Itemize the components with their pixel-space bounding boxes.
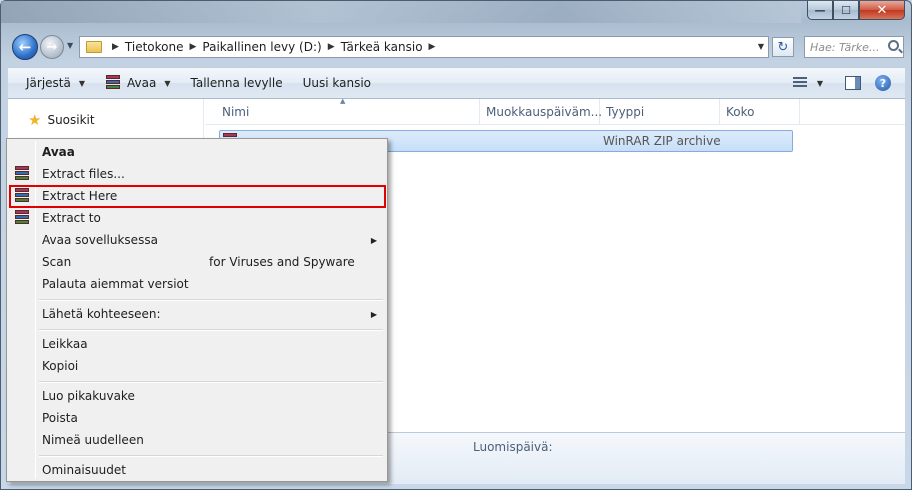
context-menu: Avaa Extract files... Extract Here Extra… [6, 138, 388, 482]
organize-label: Järjestä [26, 76, 71, 90]
menu-item-delete[interactable]: Poista [9, 407, 385, 429]
menu-item-cut[interactable]: Leikkaa [9, 333, 385, 355]
menu-label: Poista [42, 411, 78, 425]
menu-label: Avaa [42, 145, 75, 159]
chevron-down-icon: ▼ [164, 78, 171, 88]
nav-item-favorites[interactable]: ★ Suosikit [28, 111, 95, 129]
breadcrumb-label: Paikallinen levy (D:) [202, 40, 322, 54]
menu-item-restore-versions[interactable]: Palauta aiemmat versiot [9, 273, 385, 295]
menu-label: Ominaisuudet [42, 463, 126, 477]
arrow-right-icon: → [46, 39, 58, 55]
star-icon: ★ [28, 111, 42, 129]
organize-button[interactable]: Järjestä ▼ [8, 68, 95, 98]
menu-item-extract-to[interactable]: Extract to [9, 207, 385, 229]
menu-separator [39, 455, 383, 457]
caption-buttons: — ☐ ✕ [807, 1, 905, 21]
menu-item-scan[interactable]: Scan for Viruses and Spyware [9, 251, 385, 273]
winrar-icon [14, 166, 30, 182]
folder-icon [86, 41, 102, 53]
menu-item-rename[interactable]: Nimeä uudelleen [9, 429, 385, 451]
back-button[interactable]: ← [12, 34, 38, 60]
menu-item-open[interactable]: Avaa [9, 141, 385, 163]
winrar-icon [105, 75, 121, 91]
toolbar-right: ▼ ? [792, 68, 905, 98]
breadcrumb-local-disk[interactable]: Paikallinen levy (D:) [202, 40, 321, 54]
menu-label: Palauta aiemmat versiot [42, 277, 189, 291]
menu-label: Leikkaa [42, 337, 88, 351]
winrar-icon [14, 210, 30, 226]
menu-separator [39, 381, 383, 383]
search-placeholder: Hae: Tärke... [810, 40, 880, 54]
column-label: Koko [726, 104, 755, 119]
sort-caret-icon: ▲ [340, 97, 346, 105]
new-folder-button[interactable]: Uusi kansio [293, 68, 381, 98]
column-header-type[interactable]: Tyyppi [600, 99, 720, 124]
menu-label: Scan [42, 255, 72, 269]
breadcrumb-computer[interactable]: Tietokone [125, 40, 184, 54]
maximize-button[interactable]: ☐ [833, 1, 859, 20]
column-label: Tyyppi [606, 104, 645, 119]
breadcrumb-label: Tietokone [124, 40, 184, 54]
refresh-icon: ↻ [777, 39, 789, 55]
menu-item-extract-files[interactable]: Extract files... [9, 163, 385, 185]
submenu-arrow-icon: ▶ [370, 235, 377, 245]
forward-button[interactable]: → [40, 35, 64, 59]
view-options-icon[interactable] [792, 77, 807, 89]
menu-item-copy[interactable]: Kopioi [9, 355, 385, 377]
chevron-down-icon[interactable]: ▼ [817, 79, 823, 88]
menu-item-properties[interactable]: Ominaisuudet [9, 459, 385, 481]
column-header-name[interactable]: ▲ Nimi [205, 97, 480, 124]
search-icon [888, 40, 899, 51]
help-icon[interactable]: ? [875, 75, 891, 91]
chevron-right-icon[interactable]: ▶ [190, 42, 197, 52]
chevron-right-icon[interactable]: ▶ [429, 42, 436, 52]
column-header-modified[interactable]: Muokkauspäiväm... [480, 99, 603, 124]
menu-separator [39, 299, 383, 301]
menu-label: Nimeä uudelleen [42, 433, 144, 447]
menu-label: Extract to [42, 211, 101, 225]
burn-label: Tallenna levylle [190, 76, 283, 90]
command-bar: Järjestä ▼ Avaa ▼ Tallenna levylle Uusi … [8, 67, 905, 99]
address-bar[interactable]: ▶ Tietokone ▶ Paikallinen levy (D:) ▶ Tä… [79, 36, 769, 58]
close-button[interactable]: ✕ [859, 1, 905, 20]
menu-label: Extract files... [42, 167, 125, 181]
burn-button[interactable]: Tallenna levylle [181, 68, 293, 98]
chevron-right-icon[interactable]: ▶ [112, 42, 119, 52]
menu-label: Lähetä kohteeseen: [42, 307, 161, 321]
open-button[interactable]: Avaa ▼ [95, 68, 180, 98]
breadcrumb-label: Tärkeä kansio [340, 40, 423, 54]
submenu-arrow-icon: ▶ [370, 309, 377, 319]
arrow-left-icon: ← [18, 38, 32, 56]
title-bar [1, 1, 801, 23]
recent-pages-dropdown[interactable]: ▼ [67, 41, 73, 50]
open-label: Avaa [127, 76, 157, 90]
menu-label-suffix: for Viruses and Spyware [209, 255, 355, 269]
menu-label: Avaa sovelluksessa [42, 233, 158, 247]
chevron-down-icon: ▼ [78, 78, 86, 88]
column-label: Muokkauspäiväm... [486, 104, 603, 119]
menu-label: Luo pikakuvake [42, 389, 135, 403]
column-label: Nimi [222, 104, 250, 119]
search-input[interactable]: Hae: Tärke... [804, 36, 904, 58]
chevron-down-icon[interactable]: ▼ [758, 42, 764, 51]
new-folder-label: Uusi kansio [302, 76, 372, 90]
breadcrumb-folder[interactable]: Tärkeä kansio [341, 40, 423, 54]
menu-item-create-shortcut[interactable]: Luo pikakuvake [9, 385, 385, 407]
file-type: WinRAR ZIP archive [603, 134, 721, 148]
refresh-button[interactable]: ↻ [772, 37, 794, 57]
minimize-button[interactable]: — [807, 1, 833, 20]
menu-item-open-with[interactable]: Avaa sovelluksessa ▶ [9, 229, 385, 251]
favorites-label: Suosikit [47, 113, 95, 127]
column-headers: ▲ Nimi Muokkauspäiväm... Tyyppi Koko [205, 97, 905, 125]
highlight-box [9, 185, 386, 208]
chevron-right-icon[interactable]: ▶ [328, 42, 335, 52]
column-header-size[interactable]: Koko [720, 99, 800, 124]
created-label: Luomispäivä: [473, 440, 553, 454]
menu-item-send-to[interactable]: Lähetä kohteeseen: ▶ [9, 303, 385, 325]
menu-label: Kopioi [42, 359, 79, 373]
preview-pane-icon[interactable] [845, 76, 861, 90]
menu-separator [39, 329, 383, 331]
